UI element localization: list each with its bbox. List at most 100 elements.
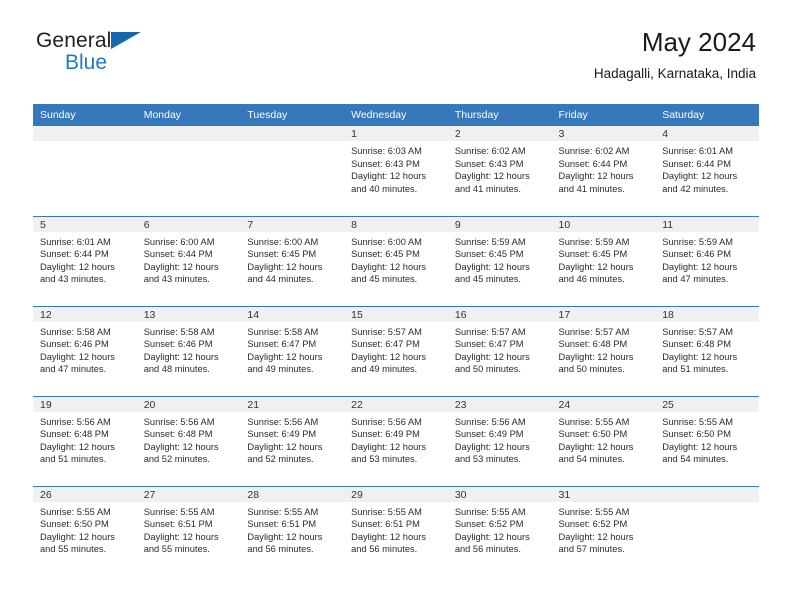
day-detail-line: and 53 minutes. — [454, 454, 521, 465]
calendar-day-cell[interactable]: 8 Sunrise: 6:00 AM Sunset: 6:45 PM Daylight… — [344, 215, 448, 306]
calendar-day-cell[interactable]: 27 Sunrise: 5:55 AM Sunset: 6:51 PM Dayligh… — [136, 485, 241, 576]
calendar-day-cell[interactable]: 17 Sunrise: 5:57 AM Sunset: 6:48 PM Dayligh… — [551, 305, 656, 396]
calendar-day-cell[interactable]: 15 Sunrise: 5:57 AM Sunset: 6:47 PM Dayligh… — [344, 305, 448, 396]
calendar-day-cell[interactable]: 30 Sunrise: 5:55 AM Sunset: 6:52 PM Dayligh… — [447, 485, 552, 576]
calendar-day-cell[interactable]: 2 Sunrise: 6:02 AM Sunset: 6:43 PM Daylight… — [447, 126, 552, 216]
day-details — [33, 141, 137, 145]
calendar-day-cell[interactable]: 20 Sunrise: 5:56 AM Sunset: 6:48 PM Dayligh… — [136, 395, 241, 486]
day-detail-line: Daylight: 12 hours — [454, 171, 530, 182]
day-detail-line: Sunset: 6:49 PM — [247, 429, 317, 440]
calendar-day-cell[interactable]: 4 Sunrise: 6:01 AM Sunset: 6:44 PM Daylight… — [655, 126, 759, 216]
calendar-day-cell[interactable]: 11 Sunrise: 5:59 AM Sunset: 6:46 PM Dayligh… — [655, 215, 759, 306]
day-number: 2 — [447, 126, 552, 141]
calendar-week-row: 26 Sunrise: 5:55 AM Sunset: 6:50 PM Dayligh… — [33, 485, 759, 576]
day-number — [240, 126, 345, 141]
calendar-day-cell[interactable]: 29 Sunrise: 5:55 AM Sunset: 6:51 PM Dayligh… — [344, 485, 448, 576]
weekday-header-thursday: Thursday — [447, 104, 552, 126]
weekday-header-friday: Friday — [551, 104, 656, 126]
day-detail-line: Sunrise: 5:57 AM — [454, 326, 526, 337]
day-detail-line: Sunrise: 5:56 AM — [454, 416, 526, 427]
day-detail-line: and 57 minutes. — [558, 544, 625, 555]
day-number: 13 — [136, 306, 241, 322]
day-detail-line: Sunset: 6:48 PM — [558, 339, 628, 350]
day-detail-line: Daylight: 12 hours — [351, 441, 427, 452]
day-number: 20 — [136, 396, 241, 412]
calendar-day-cell[interactable]: 12 Sunrise: 5:58 AM Sunset: 6:46 PM Dayligh… — [33, 305, 137, 396]
day-detail-line: and 47 minutes. — [662, 274, 729, 285]
day-detail-line: Sunrise: 5:59 AM — [454, 236, 526, 247]
day-details: Sunrise: 5:55 AM Sunset: 6:51 PM Daylight:… — [344, 502, 448, 556]
day-detail-line: Daylight: 12 hours — [662, 441, 738, 452]
calendar-day-cell[interactable]: 28 Sunrise: 5:55 AM Sunset: 6:51 PM Dayligh… — [240, 485, 345, 576]
day-detail-line: Sunset: 6:46 PM — [143, 339, 213, 350]
day-number: 15 — [344, 306, 448, 322]
weekday-header-tuesday: Tuesday — [240, 104, 345, 126]
calendar-day-cell[interactable]: 21 Sunrise: 5:56 AM Sunset: 6:49 PM Dayligh… — [240, 395, 345, 486]
calendar-day-cell[interactable]: 14 Sunrise: 5:58 AM Sunset: 6:47 PM Dayligh… — [240, 305, 345, 396]
calendar-day-cell[interactable]: 26 Sunrise: 5:55 AM Sunset: 6:50 PM Dayligh… — [33, 485, 137, 576]
day-number — [655, 486, 759, 502]
day-detail-line: and 40 minutes. — [351, 183, 418, 194]
day-detail-line: Sunset: 6:52 PM — [454, 519, 524, 530]
day-detail-line: Sunset: 6:48 PM — [40, 429, 109, 440]
day-detail-line: Daylight: 12 hours — [40, 441, 115, 452]
calendar-week-row: 1 Sunrise: 6:03 AM Sunset: 6:43 PM Daylight… — [33, 126, 759, 216]
calendar-day-cell[interactable]: 18 Sunrise: 5:57 AM Sunset: 6:48 PM Dayligh… — [655, 305, 759, 396]
day-detail-line: and 55 minutes. — [40, 544, 107, 555]
day-details: Sunrise: 5:57 AM Sunset: 6:47 PM Daylight:… — [448, 322, 552, 376]
day-details: Sunrise: 5:57 AM Sunset: 6:48 PM Daylight:… — [552, 322, 656, 376]
day-detail-line: and 44 minutes. — [247, 274, 314, 285]
day-details: Sunrise: 6:03 AM Sunset: 6:43 PM Daylight:… — [344, 141, 448, 195]
calendar-day-cell[interactable]: 1 Sunrise: 6:03 AM Sunset: 6:43 PM Daylight… — [344, 126, 448, 216]
calendar-day-cell-empty — [240, 126, 345, 216]
calendar-body: 1 Sunrise: 6:03 AM Sunset: 6:43 PM Daylight… — [33, 126, 759, 576]
calendar-day-cell[interactable]: 31 Sunrise: 5:55 AM Sunset: 6:52 PM Dayligh… — [551, 485, 656, 576]
calendar-day-cell[interactable]: 6 Sunrise: 6:00 AM Sunset: 6:44 PM Daylight… — [136, 215, 241, 306]
day-detail-line: and 56 minutes. — [351, 544, 418, 555]
day-details: Sunrise: 5:55 AM Sunset: 6:52 PM Daylight:… — [448, 502, 552, 556]
general-blue-logo[interactable]: General Blue — [36, 28, 156, 80]
calendar-day-cell[interactable]: 16 Sunrise: 5:57 AM Sunset: 6:47 PM Dayligh… — [447, 305, 552, 396]
calendar-day-cell[interactable]: 19 Sunrise: 5:56 AM Sunset: 6:48 PM Dayligh… — [33, 395, 137, 486]
day-details: Sunrise: 5:56 AM Sunset: 6:49 PM Daylight:… — [448, 412, 552, 466]
calendar-day-cell[interactable]: 24 Sunrise: 5:55 AM Sunset: 6:50 PM Dayligh… — [551, 395, 656, 486]
day-number: 4 — [655, 126, 759, 141]
day-detail-line: Daylight: 12 hours — [454, 351, 530, 362]
calendar-day-cell[interactable]: 9 Sunrise: 5:59 AM Sunset: 6:45 PM Daylight… — [447, 215, 552, 306]
day-detail-line: Daylight: 12 hours — [558, 441, 634, 452]
day-number: 9 — [447, 216, 552, 232]
day-details: Sunrise: 5:56 AM Sunset: 6:49 PM Daylight:… — [344, 412, 448, 466]
weekday-header-sunday: Sunday — [33, 104, 137, 126]
day-number — [136, 126, 241, 141]
day-detail-line: Sunrise: 5:56 AM — [143, 416, 215, 427]
calendar-day-cell[interactable]: 5 Sunrise: 6:01 AM Sunset: 6:44 PM Daylight… — [33, 215, 137, 306]
day-detail-line: and 54 minutes. — [662, 454, 729, 465]
calendar-day-cell[interactable]: 22 Sunrise: 5:56 AM Sunset: 6:49 PM Dayligh… — [344, 395, 448, 486]
day-detail-line: and 56 minutes. — [247, 544, 314, 555]
day-detail-line: and 41 minutes. — [558, 183, 625, 194]
day-number: 18 — [655, 306, 759, 322]
calendar-day-cell[interactable]: 13 Sunrise: 5:58 AM Sunset: 6:46 PM Dayligh… — [136, 305, 241, 396]
calendar-day-cell[interactable]: 23 Sunrise: 5:56 AM Sunset: 6:49 PM Dayligh… — [447, 395, 552, 486]
day-detail-line: and 51 minutes. — [40, 454, 107, 465]
calendar-header-row: Sunday Monday Tuesday Wednesday Thursday Frid… — [33, 104, 759, 126]
day-detail-line: and 49 minutes. — [247, 364, 314, 375]
day-detail-line: Daylight: 12 hours — [351, 261, 427, 272]
calendar-day-cell[interactable]: 3 Sunrise: 6:02 AM Sunset: 6:44 PM Daylight… — [551, 126, 656, 216]
day-detail-line: and 50 minutes. — [454, 364, 521, 375]
day-detail-line: Sunrise: 5:55 AM — [351, 506, 422, 517]
triangle-icon — [111, 32, 141, 49]
day-detail-line: Sunrise: 6:00 AM — [143, 236, 215, 247]
day-detail-line: and 55 minutes. — [143, 544, 210, 555]
calendar-day-cell[interactable]: 7 Sunrise: 6:00 AM Sunset: 6:45 PM Daylight… — [240, 215, 345, 306]
calendar-day-cell[interactable]: 25 Sunrise: 5:55 AM Sunset: 6:50 PM Dayligh… — [655, 395, 759, 486]
calendar-day-cell[interactable]: 10 Sunrise: 5:59 AM Sunset: 6:45 PM Dayligh… — [551, 215, 656, 306]
day-detail-line: Daylight: 12 hours — [40, 261, 115, 272]
day-detail-line: Daylight: 12 hours — [351, 351, 427, 362]
page-header: General Blue May 2024 Hadagalli, Karnata… — [0, 28, 792, 98]
day-detail-line: Sunset: 6:43 PM — [351, 158, 420, 169]
day-detail-line: Daylight: 12 hours — [454, 531, 530, 542]
day-detail-line: Sunset: 6:46 PM — [662, 249, 731, 260]
calendar-day-cell-empty — [33, 126, 137, 216]
day-number: 11 — [655, 216, 759, 232]
